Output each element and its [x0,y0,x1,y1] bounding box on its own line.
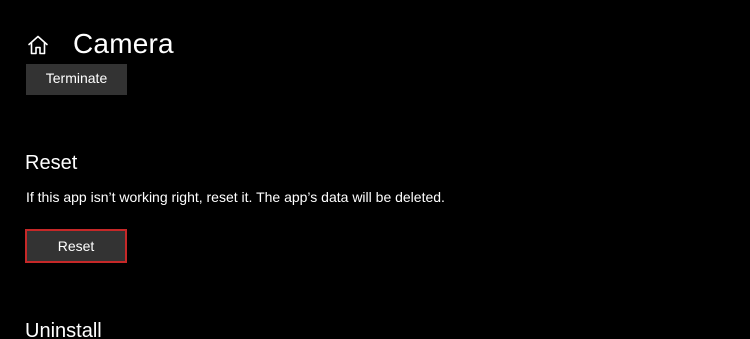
reset-heading: Reset [25,152,78,174]
terminate-button[interactable]: Terminate [26,64,127,95]
reset-description: If this app isn’t working right, reset i… [26,189,445,205]
page-title: Camera [73,28,174,59]
uninstall-heading: Uninstall [25,320,102,339]
home-icon[interactable] [26,33,50,57]
reset-button[interactable]: Reset [25,229,127,263]
